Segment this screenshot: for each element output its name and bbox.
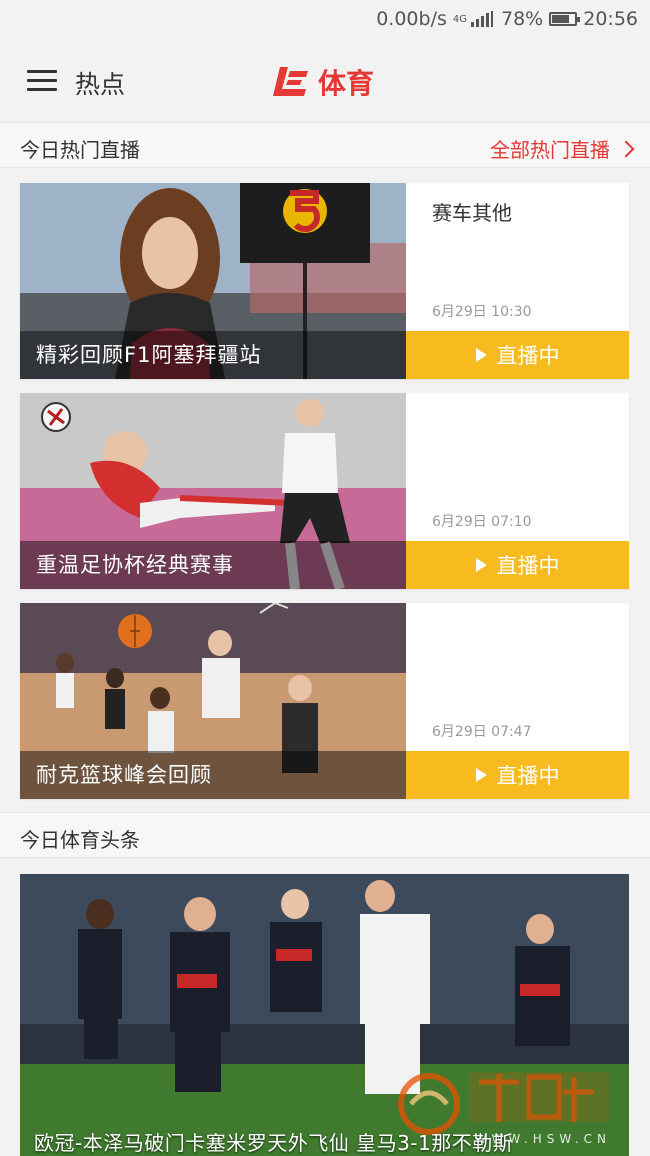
- chevron-right-icon: [617, 140, 635, 157]
- all-live-link[interactable]: 全部热门直播: [490, 134, 635, 163]
- live-card[interactable]: 耐克篮球峰会回顾 6月29日 07:47 直播中: [20, 603, 629, 799]
- brand: 体育: [272, 62, 374, 102]
- hot-label[interactable]: 热点: [75, 65, 125, 101]
- app-bar: 热点 体育: [0, 38, 650, 122]
- live-section-header: 今日热门直播 全部热门直播: [0, 122, 650, 168]
- card-image: 重温足协杯经典赛事: [20, 393, 406, 589]
- status-bar: 0.00b/s 4G 78% 20:56: [0, 0, 650, 38]
- headline-card[interactable]: WWW.HSW.CN 欧冠-本泽马破门卡塞米罗天外飞仙 皇马3-1那不勒斯: [20, 874, 629, 1156]
- live-card[interactable]: 重温足协杯经典赛事 6月29日 07:10 直播中: [20, 393, 629, 589]
- headline-caption: 欧冠-本泽马破门卡塞米罗天外飞仙 皇马3-1那不勒斯: [34, 1131, 514, 1155]
- live-button[interactable]: 直播中: [406, 331, 629, 379]
- live-button[interactable]: 直播中: [406, 541, 629, 589]
- play-icon: [475, 558, 487, 572]
- live-status: 直播中: [496, 554, 560, 578]
- card-caption: 重温足协杯经典赛事: [36, 553, 234, 577]
- brand-title: 体育: [318, 67, 375, 100]
- live-status: 直播中: [496, 764, 560, 788]
- live-button[interactable]: 直播中: [406, 751, 629, 799]
- card-category: 赛车其他: [432, 201, 512, 225]
- menu-icon[interactable]: [27, 70, 57, 92]
- play-icon: [475, 348, 487, 362]
- sports-logo-icon: [273, 67, 308, 96]
- card-time: 6月29日 10:30: [432, 304, 532, 320]
- all-live-label: 全部热门直播: [490, 138, 610, 162]
- live-status: 直播中: [496, 344, 560, 368]
- live-card[interactable]: 精彩回顾F1阿塞拜疆站 赛车其他 6月29日 10:30 直播中: [20, 183, 629, 379]
- section-title: 今日体育头条: [20, 828, 140, 852]
- card-info: 6月29日 07:47 直播中: [406, 603, 629, 799]
- battery-icon: [549, 12, 581, 26]
- battery-percent: 78%: [501, 8, 544, 30]
- card-time: 6月29日 07:10: [432, 514, 532, 530]
- clock: 20:56: [583, 8, 638, 30]
- card-image: 耐克篮球峰会回顾: [20, 603, 406, 799]
- play-icon: [475, 768, 487, 782]
- card-caption: 耐克篮球峰会回顾: [36, 763, 212, 787]
- section-title: 今日热门直播: [20, 138, 140, 162]
- card-info: 6月29日 07:10 直播中: [406, 393, 629, 589]
- card-caption: 精彩回顾F1阿塞拜疆站: [36, 343, 262, 367]
- headlines-section-header: 今日体育头条: [0, 812, 650, 858]
- signal-icon: [471, 11, 495, 27]
- network-speed: 0.00b/s: [376, 8, 447, 30]
- card-time: 6月29日 07:47: [432, 724, 532, 740]
- card-image: 精彩回顾F1阿塞拜疆站: [20, 183, 406, 379]
- network-type: 4G: [452, 13, 467, 25]
- card-info: 赛车其他 6月29日 10:30 直播中: [406, 183, 629, 379]
